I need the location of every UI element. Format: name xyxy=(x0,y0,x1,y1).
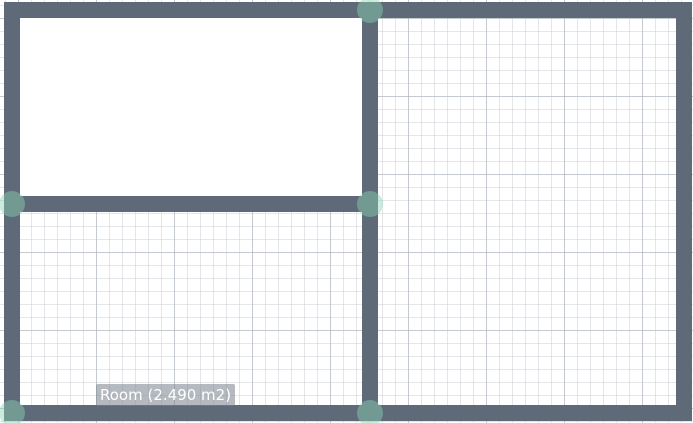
wall-right[interactable] xyxy=(676,2,692,421)
wall-top[interactable] xyxy=(4,2,692,18)
wall-node-center[interactable] xyxy=(357,191,383,217)
wall-node-bottom-left[interactable] xyxy=(0,400,25,423)
room-label[interactable]: Room (2.490 m2) xyxy=(96,384,236,406)
wall-node-left-middle[interactable] xyxy=(0,191,25,217)
floorplan-canvas[interactable]: Room (2.490 m2) xyxy=(0,0,693,423)
wall-node-top-middle[interactable] xyxy=(357,0,383,23)
wall-bottom[interactable] xyxy=(4,405,692,421)
room-top-left-fill[interactable] xyxy=(20,18,362,196)
wall-node-bottom-middle[interactable] xyxy=(357,400,383,423)
wall-middle-horizontal[interactable] xyxy=(4,196,378,212)
